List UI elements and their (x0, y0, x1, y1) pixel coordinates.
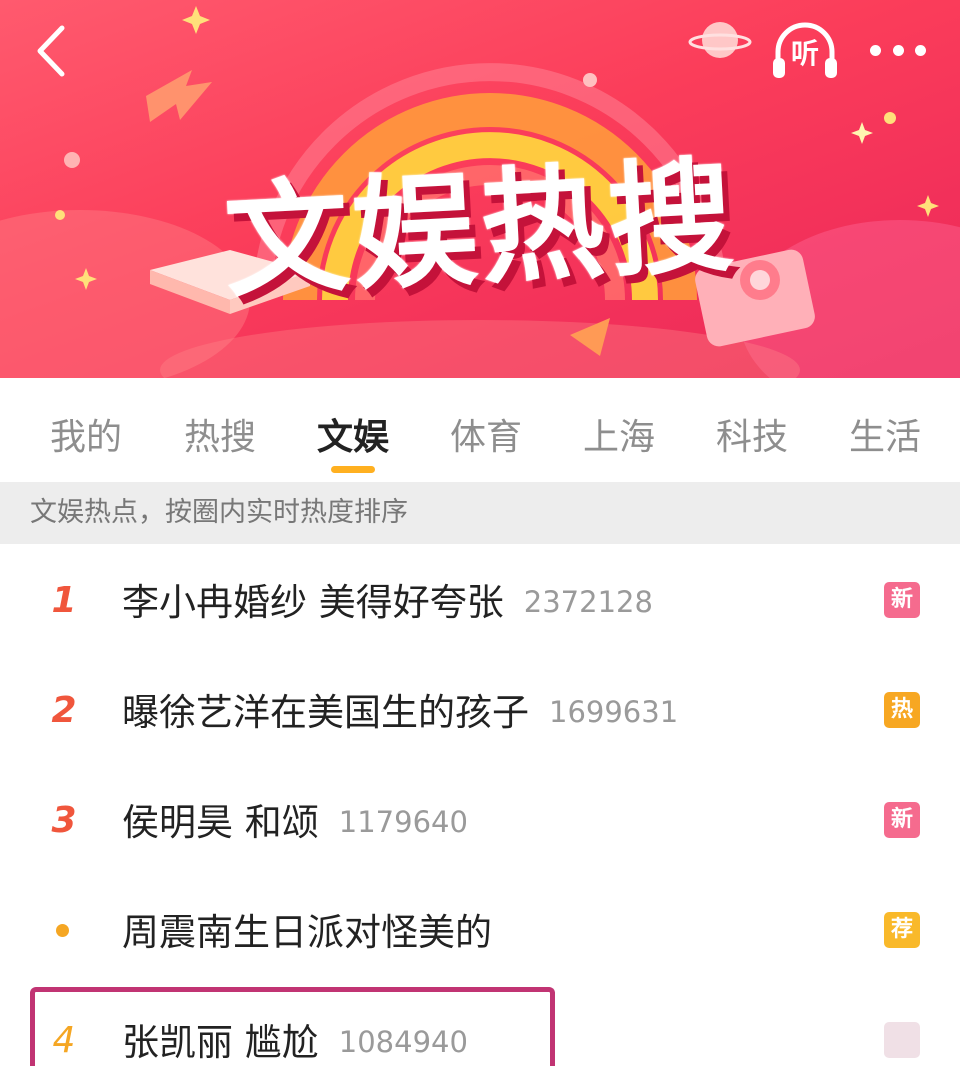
tab-hot-search[interactable]: 热搜 (165, 408, 275, 460)
topic-text: 侯明昊 和颂 (122, 801, 319, 844)
tab-life[interactable]: 生活 (830, 408, 940, 460)
list-item[interactable]: 1 李小冉婚纱 美得好夸张 2372128 新 (0, 544, 960, 654)
tab-shanghai[interactable]: 上海 (564, 408, 674, 460)
back-arrow-icon[interactable] (28, 22, 76, 80)
more-dots-icon[interactable] (870, 40, 926, 60)
topic-text: 曝徐艺洋在美国生的孩子 (122, 691, 529, 734)
heat-count: 1699631 (549, 695, 679, 729)
topic-text: 李小冉婚纱 美得好夸张 (122, 581, 504, 624)
promoted-dot-icon (56, 924, 69, 937)
new-badge: 新 (884, 802, 920, 838)
listen-label: 听 (790, 37, 819, 70)
list-item[interactable]: 2 曝徐艺洋在美国生的孩子 1699631 热 (0, 654, 960, 764)
topic-text: 周震南生日派对怪美的 (122, 911, 492, 954)
tab-entertainment[interactable]: 文娱 (298, 408, 408, 460)
list-item-promoted[interactable]: 周震南生日派对怪美的 荐 (0, 874, 960, 984)
active-tab-indicator (331, 466, 375, 473)
tab-tech[interactable]: 科技 (697, 408, 807, 460)
rank-number: 1 (51, 580, 77, 621)
topic-title: 李小冉婚纱 美得好夸张 2372128 (122, 572, 653, 626)
faded-badge (884, 1022, 920, 1058)
category-tabs: 我的 热搜 文娱 体育 上海 科技 生活 (0, 378, 960, 482)
tab-mine[interactable]: 我的 (31, 408, 141, 460)
section-subtitle: 文娱热点，按圈内实时热度排序 (0, 482, 960, 544)
list-item[interactable]: 3 侯明昊 和颂 1179640 新 (0, 764, 960, 874)
rank-number: 3 (51, 800, 77, 841)
highlight-box (30, 987, 555, 1066)
recommend-badge: 荐 (884, 912, 920, 948)
topic-title: 侯明昊 和颂 1179640 (122, 792, 468, 846)
rank-number: 2 (51, 690, 77, 731)
heat-count: 1179640 (338, 805, 468, 839)
topic-title: 周震南生日派对怪美的 (122, 902, 492, 956)
topic-title: 曝徐艺洋在美国生的孩子 1699631 (122, 682, 678, 736)
hot-badge: 热 (884, 692, 920, 728)
listen-button[interactable]: 听 (770, 20, 840, 82)
heat-count: 2372128 (523, 585, 653, 619)
banner: 文娱热搜 听 (0, 0, 960, 378)
new-badge: 新 (884, 582, 920, 618)
tab-sports[interactable]: 体育 (431, 408, 541, 460)
